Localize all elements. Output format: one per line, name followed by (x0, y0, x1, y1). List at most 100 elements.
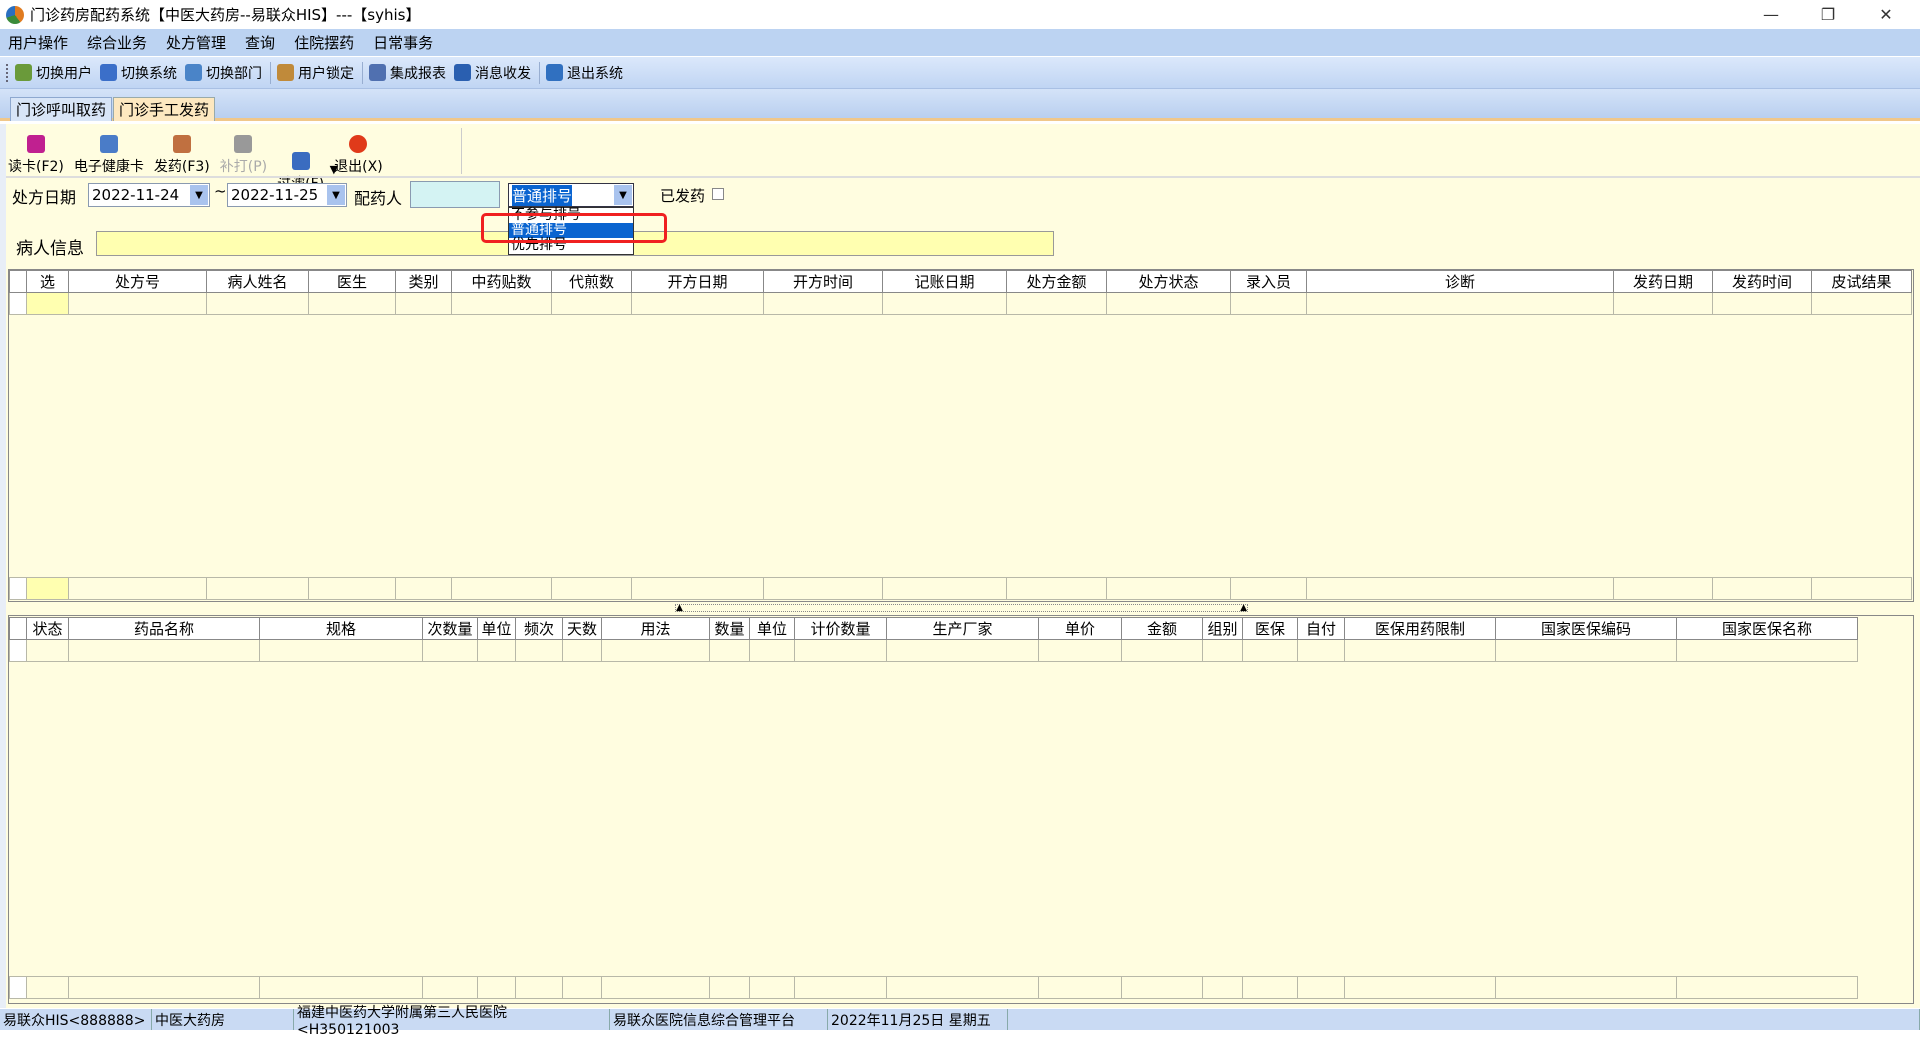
table-cell[interactable] (477, 976, 516, 999)
table-cell[interactable] (26, 292, 69, 315)
table-cell[interactable] (1006, 292, 1107, 315)
table-cell[interactable] (1495, 976, 1677, 999)
table-cell[interactable] (422, 639, 478, 662)
column-header[interactable]: 天数 (562, 617, 602, 640)
table-cell[interactable] (1006, 577, 1107, 600)
grip-handle[interactable] (6, 63, 9, 82)
date-from-picker[interactable]: 2022-11-24 ▼ (88, 183, 210, 207)
table-cell[interactable] (1202, 639, 1243, 662)
table-cell[interactable] (709, 976, 750, 999)
column-header[interactable]: 代煎数 (551, 270, 632, 293)
menu-item[interactable]: 综合业务 (87, 32, 147, 53)
table-cell[interactable] (1038, 976, 1122, 999)
column-header[interactable]: 生产厂家 (886, 617, 1039, 640)
table-cell[interactable] (763, 577, 883, 600)
table-cell[interactable] (551, 577, 632, 600)
column-header[interactable]: 发药时间 (1712, 270, 1812, 293)
table-cell[interactable] (749, 639, 795, 662)
column-header[interactable]: 单位 (749, 617, 795, 640)
table-cell[interactable] (1106, 292, 1231, 315)
read-card-button[interactable]: 读卡(F2) (8, 135, 64, 176)
table-cell[interactable] (68, 292, 207, 315)
chevron-down-icon[interactable]: ▼ (190, 185, 208, 205)
column-header[interactable]: 频次 (515, 617, 563, 640)
table-cell[interactable] (451, 577, 552, 600)
table-cell[interactable] (515, 639, 563, 662)
tab-manual-dispense[interactable]: 门诊手工发药 (113, 97, 216, 121)
table-cell[interactable] (1306, 577, 1614, 600)
column-header[interactable]: 计价数量 (794, 617, 887, 640)
table-cell[interactable] (631, 577, 764, 600)
column-header[interactable]: 中药贴数 (451, 270, 552, 293)
table-cell[interactable] (515, 976, 563, 999)
column-header[interactable]: 规格 (259, 617, 423, 640)
table-cell[interactable] (562, 639, 602, 662)
table-cell[interactable] (206, 577, 309, 600)
table-cell[interactable] (26, 577, 69, 600)
tab-outpatient-call[interactable]: 门诊呼叫取药 (10, 97, 113, 121)
table-cell[interactable] (1811, 292, 1912, 315)
column-header[interactable]: 诊断 (1306, 270, 1614, 293)
switch-system-button[interactable]: 切换系统 (100, 63, 177, 83)
table-cell[interactable] (308, 292, 396, 315)
table-cell[interactable] (1306, 292, 1614, 315)
table-cell[interactable] (308, 577, 396, 600)
table-cell[interactable] (631, 292, 764, 315)
table-cell[interactable] (749, 976, 795, 999)
reprint-button[interactable]: 补打(P) (220, 135, 267, 176)
switch-dept-button[interactable]: 切换部门 (185, 63, 262, 83)
table-cell[interactable] (794, 976, 887, 999)
queue-select[interactable]: 普通排号 ▼ (508, 183, 634, 207)
chevron-down-icon[interactable]: ▼ (614, 185, 632, 205)
table-row[interactable] (9, 639, 1858, 662)
exit-button[interactable]: 退出(X) (334, 135, 383, 176)
table-cell[interactable] (601, 639, 710, 662)
table-cell[interactable] (1811, 577, 1912, 600)
column-header[interactable]: 次数量 (422, 617, 478, 640)
close-button[interactable]: ✕ (1858, 0, 1914, 29)
table-cell[interactable] (259, 639, 423, 662)
table-cell[interactable] (1202, 976, 1243, 999)
column-header[interactable]: 自付 (1297, 617, 1345, 640)
table-cell[interactable] (1344, 976, 1496, 999)
table-cell[interactable] (562, 976, 602, 999)
column-header[interactable]: 医保 (1242, 617, 1298, 640)
reports-button[interactable]: 集成报表 (369, 63, 446, 83)
table-cell[interactable] (206, 292, 309, 315)
table-cell[interactable] (259, 976, 423, 999)
table-cell[interactable] (882, 577, 1007, 600)
table-cell[interactable] (1297, 976, 1345, 999)
column-header[interactable]: 用法 (601, 617, 710, 640)
table-cell[interactable] (1712, 292, 1812, 315)
table-cell[interactable] (451, 292, 552, 315)
column-header[interactable]: 国家医保编码 (1495, 617, 1677, 640)
column-header[interactable]: 病人姓名 (206, 270, 309, 293)
date-to-picker[interactable]: 2022-11-25 ▼ (227, 183, 347, 207)
table-cell[interactable] (882, 292, 1007, 315)
table-cell[interactable] (1676, 639, 1858, 662)
table-cell[interactable] (551, 292, 632, 315)
table-cell[interactable] (1242, 639, 1298, 662)
table-cell[interactable] (68, 639, 260, 662)
table-cell[interactable] (886, 639, 1039, 662)
table-cell[interactable] (1106, 577, 1231, 600)
column-header[interactable]: 医保用药限制 (1344, 617, 1496, 640)
menu-item[interactable]: 处方管理 (166, 32, 226, 53)
table-cell[interactable] (68, 976, 260, 999)
menu-item[interactable]: 住院摆药 (294, 32, 354, 53)
row-selector[interactable] (9, 976, 27, 999)
menu-item[interactable]: 日常事务 (373, 32, 433, 53)
table-cell[interactable] (1297, 639, 1345, 662)
table-cell[interactable] (794, 639, 887, 662)
column-header[interactable]: 药品名称 (68, 617, 260, 640)
table-cell[interactable] (1230, 292, 1307, 315)
table-cell[interactable] (1495, 639, 1677, 662)
column-header[interactable]: 医生 (308, 270, 396, 293)
dispenser-input[interactable] (410, 181, 500, 208)
column-header[interactable]: 单价 (1038, 617, 1122, 640)
table-cell[interactable] (1613, 292, 1713, 315)
column-header[interactable]: 处方状态 (1106, 270, 1231, 293)
column-header[interactable]: 数量 (709, 617, 750, 640)
filter-button[interactable]: 过滤(F)▼ (277, 152, 338, 192)
table-cell[interactable] (886, 976, 1039, 999)
